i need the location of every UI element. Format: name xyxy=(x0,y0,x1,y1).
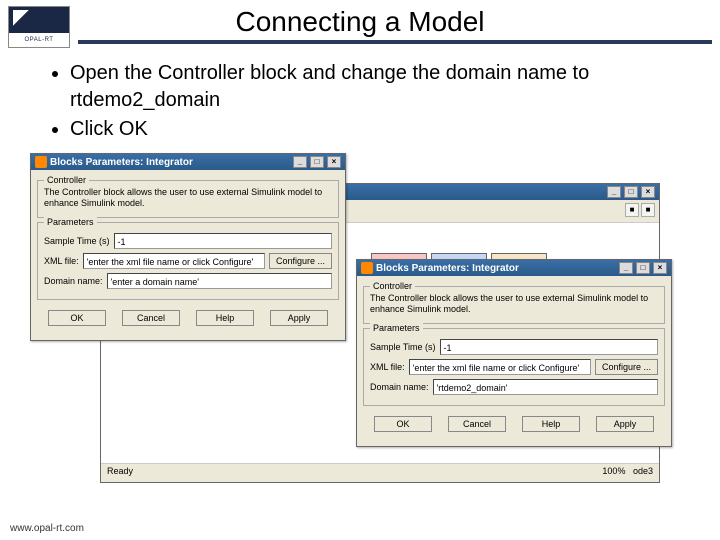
configure-button[interactable]: Configure ... xyxy=(269,253,332,269)
app-icon xyxy=(35,156,47,168)
help-button[interactable]: Help xyxy=(522,416,580,432)
close-icon[interactable]: × xyxy=(653,262,667,274)
group-label: Parameters xyxy=(370,323,423,333)
title-underline xyxy=(78,40,712,44)
group-label: Controller xyxy=(370,281,415,291)
ok-button[interactable]: OK xyxy=(374,416,432,432)
sample-time-label: Sample Time (s) xyxy=(44,236,110,246)
dialog-title: Blocks Parameters: Integrator xyxy=(50,157,193,168)
maximize-icon[interactable]: □ xyxy=(624,186,638,198)
status-solver: ode3 xyxy=(633,466,653,476)
dialog-titlebar: Blocks Parameters: Integrator _ □ × xyxy=(357,260,671,276)
maximize-icon[interactable]: □ xyxy=(636,262,650,274)
sample-time-input[interactable]: -1 xyxy=(440,339,658,355)
sample-time-label: Sample Time (s) xyxy=(370,342,436,352)
configure-button[interactable]: Configure ... xyxy=(595,359,658,375)
tool-icon[interactable]: ■ xyxy=(625,203,639,217)
maximize-icon[interactable]: □ xyxy=(310,156,324,168)
logo-text: OPAL-RT xyxy=(9,33,69,47)
sample-time-input[interactable]: -1 xyxy=(114,233,332,249)
parameters-group: Parameters Sample Time (s) -1 XML file: … xyxy=(37,222,339,300)
help-button[interactable]: Help xyxy=(196,310,254,326)
cancel-button[interactable]: Cancel xyxy=(448,416,506,432)
dialog-titlebar: Blocks Parameters: Integrator _ □ × xyxy=(31,154,345,170)
status-ready: Ready xyxy=(107,466,133,476)
domain-name-input[interactable]: 'enter a domain name' xyxy=(107,273,332,289)
controller-description: The Controller block allows the user to … xyxy=(44,187,332,209)
xml-file-label: XML file: xyxy=(370,362,405,372)
minimize-icon[interactable]: _ xyxy=(607,186,621,198)
domain-name-label: Domain name: xyxy=(44,276,103,286)
app-icon xyxy=(361,262,373,274)
group-label: Controller xyxy=(44,175,89,185)
group-label: Parameters xyxy=(44,217,97,227)
parameters-dialog-1: Blocks Parameters: Integrator _ □ × Cont… xyxy=(30,153,346,341)
bullet-item: Click OK xyxy=(70,116,690,143)
domain-name-label: Domain name: xyxy=(370,382,429,392)
close-icon[interactable]: × xyxy=(327,156,341,168)
controller-description: The Controller block allows the user to … xyxy=(370,293,658,315)
cancel-button[interactable]: Cancel xyxy=(122,310,180,326)
simulink-status: Ready 100% ode3 xyxy=(101,463,659,478)
apply-button[interactable]: Apply xyxy=(596,416,654,432)
controller-group: Controller The Controller block allows t… xyxy=(37,180,339,218)
dialog-title: Blocks Parameters: Integrator xyxy=(376,263,519,274)
xml-file-input[interactable]: 'enter the xml file name or click Config… xyxy=(83,253,265,269)
xml-file-label: XML file: xyxy=(44,256,79,266)
footer-url: www.opal-rt.com xyxy=(10,523,84,534)
minimize-icon[interactable]: _ xyxy=(293,156,307,168)
parameters-group: Parameters Sample Time (s) -1 XML file: … xyxy=(363,328,665,406)
close-icon[interactable]: × xyxy=(641,186,655,198)
parameters-dialog-2: Blocks Parameters: Integrator _ □ × Cont… xyxy=(356,259,672,447)
minimize-icon[interactable]: _ xyxy=(619,262,633,274)
page-title: Connecting a Model xyxy=(0,0,720,38)
xml-file-input[interactable]: 'enter the xml file name or click Config… xyxy=(409,359,591,375)
controller-group: Controller The Controller block allows t… xyxy=(363,286,665,324)
status-zoom: 100% xyxy=(602,466,625,476)
tool-icon[interactable]: ■ xyxy=(641,203,655,217)
apply-button[interactable]: Apply xyxy=(270,310,328,326)
logo: OPAL-RT xyxy=(8,6,70,48)
domain-name-input[interactable]: 'rtdemo2_domain' xyxy=(433,379,658,395)
bullet-list: Open the Controller block and change the… xyxy=(0,46,720,153)
bullet-item: Open the Controller block and change the… xyxy=(70,60,690,114)
ok-button[interactable]: OK xyxy=(48,310,106,326)
